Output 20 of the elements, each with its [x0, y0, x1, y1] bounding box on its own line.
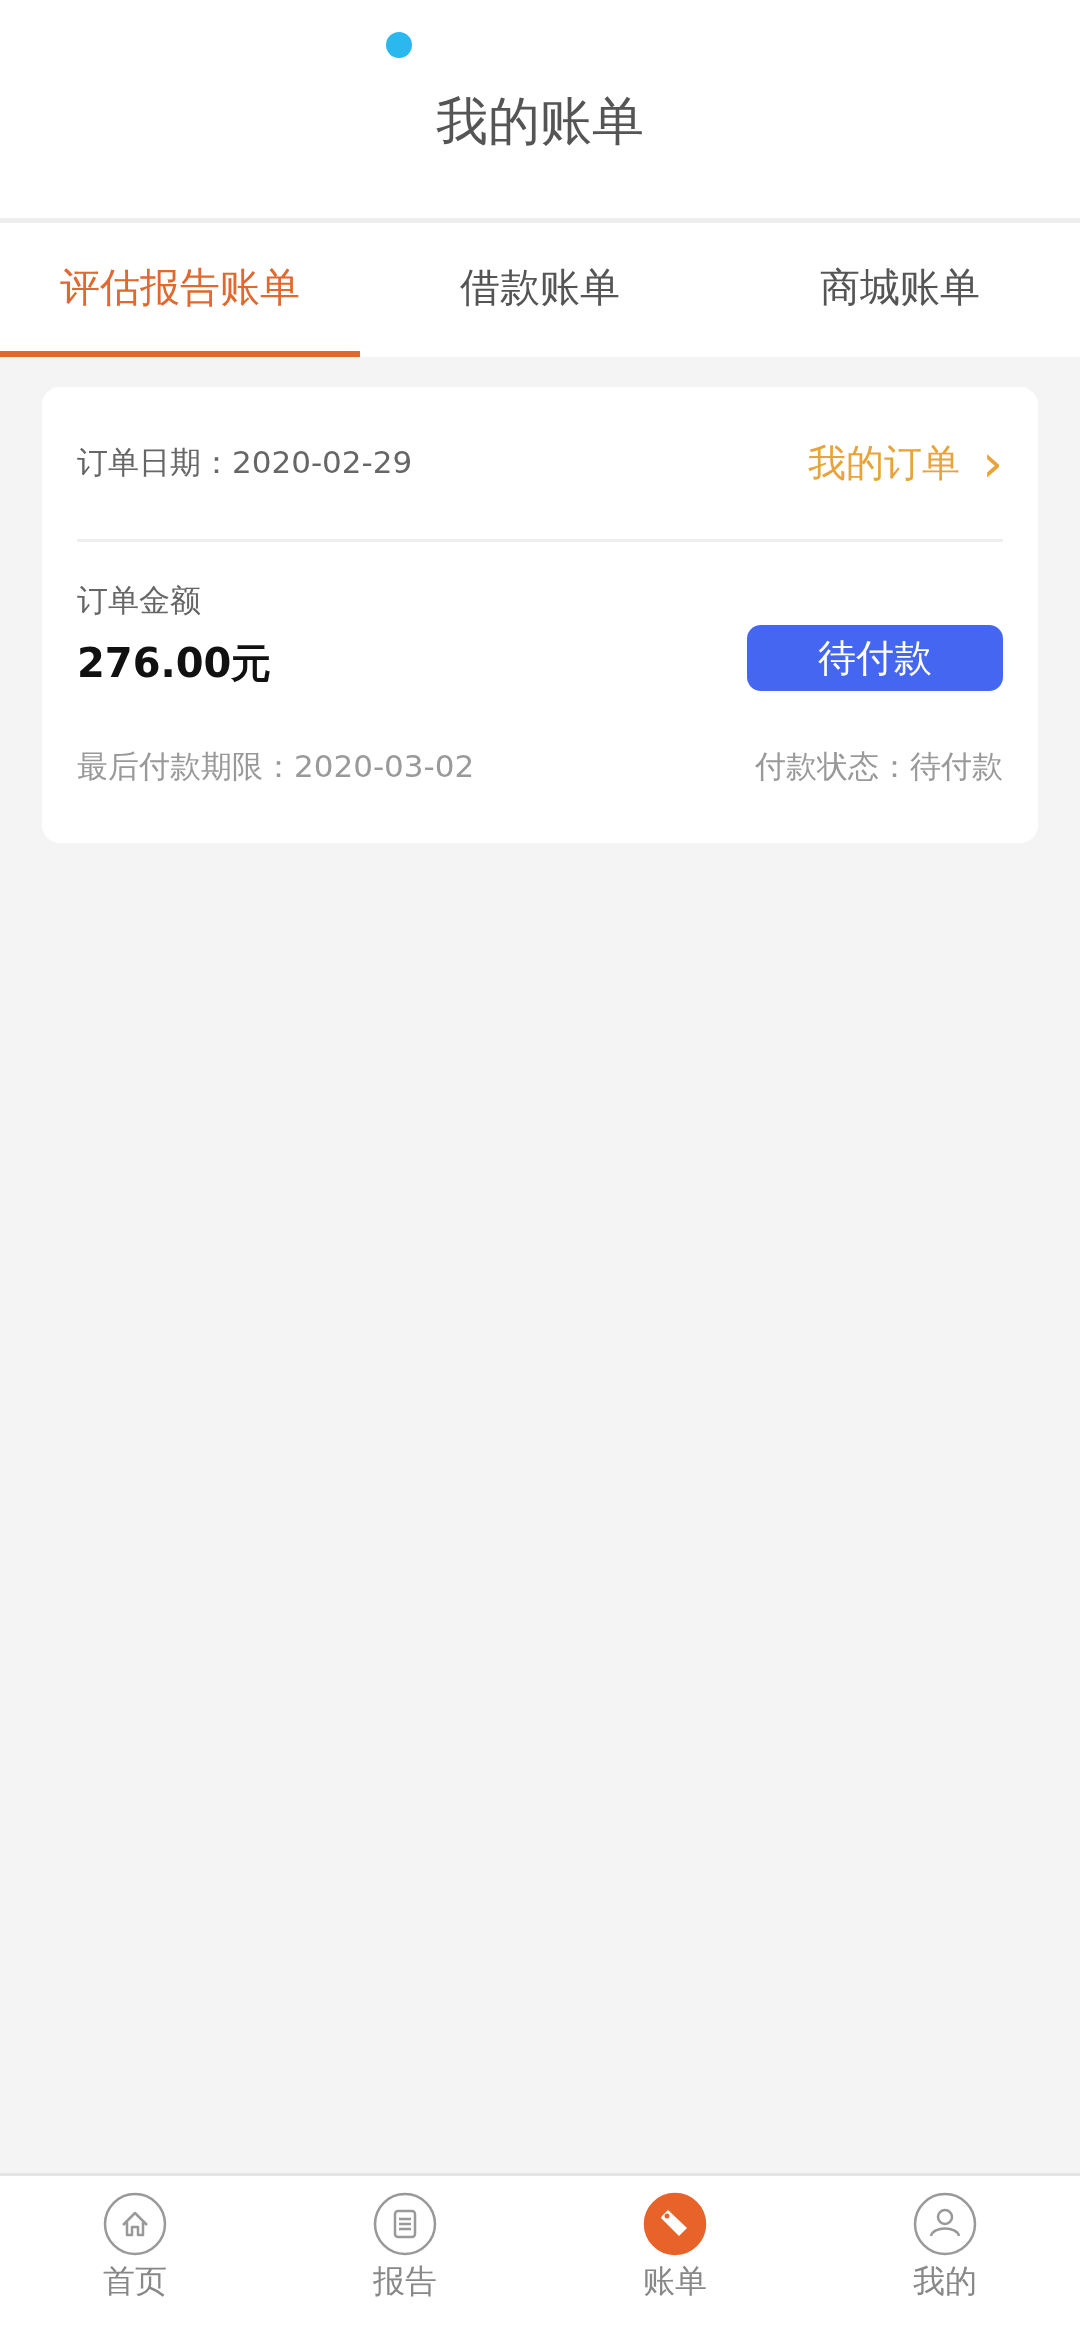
payment-deadline: 最后付款期限：2020-03-02: [77, 747, 475, 786]
document-icon[interactable]: [373, 2192, 437, 2256]
pay-button[interactable]: 待付款: [747, 625, 1003, 691]
tab[interactable]: 评估报告账单: [0, 223, 360, 357]
amount-label: 订单金额: [77, 581, 202, 620]
nav-label[interactable]: 报告: [373, 2260, 437, 2304]
tag-icon[interactable]: [643, 2192, 707, 2256]
my-orders-link[interactable]: 我的订单 ›: [808, 437, 1003, 489]
tab[interactable]: 借款账单: [360, 223, 720, 357]
nav-label[interactable]: 首页: [103, 2260, 167, 2304]
order-date: 订单日期：2020-02-29: [77, 443, 413, 482]
nav-label[interactable]: 我的: [913, 2260, 977, 2304]
tab[interactable]: 商城账单: [720, 223, 1080, 357]
home-icon[interactable]: [103, 2192, 167, 2256]
nav-label[interactable]: 账单: [643, 2260, 707, 2304]
bubble-icon: [384, 30, 414, 60]
page-title: 我的账单: [436, 90, 644, 153]
person-icon[interactable]: [913, 2192, 977, 2256]
order-amount: 276.00元: [77, 639, 272, 688]
payment-status: 付款状态：待付款: [755, 747, 1003, 786]
